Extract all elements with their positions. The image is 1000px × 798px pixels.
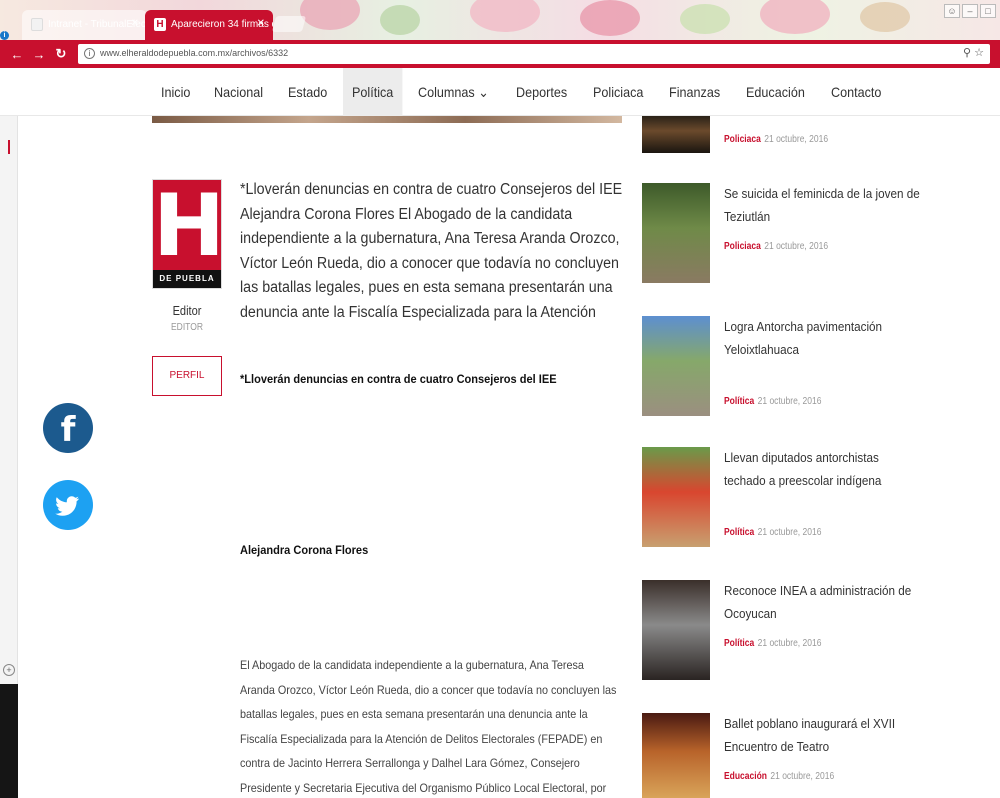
nav-item-inicio[interactable]: Inicio [152, 68, 199, 116]
author-name[interactable]: Editor [157, 303, 217, 318]
info-icon[interactable]: i [84, 48, 95, 59]
news-thumbnail[interactable] [642, 447, 710, 547]
twitter-share-button[interactable] [43, 480, 93, 530]
back-arrow-icon[interactable]: ← [6, 47, 28, 62]
twitter-bird-icon [55, 496, 79, 516]
browser-tab-strip: Intranet - TribunalElect ✕ H Aparecieron… [0, 0, 1000, 40]
page-icon [31, 18, 43, 31]
news-title-link[interactable]: Logra Antorcha pavimentación Yeloixtlahu… [724, 316, 922, 361]
panel-marker [8, 140, 10, 154]
related-news-item[interactable]: Reconoce INEA a administración de Ocoyuc… [642, 580, 942, 680]
news-date: 21 octubre, 2016 [757, 527, 822, 538]
nav-item-nacional[interactable]: Nacional [205, 68, 272, 116]
nav-item-educación[interactable]: Educación [737, 68, 814, 116]
news-meta: Política 21 octubre, 2016 [724, 638, 821, 649]
restore-icon[interactable]: □ [980, 4, 996, 18]
news-date: 21 octubre, 2016 [757, 638, 822, 649]
news-title-link[interactable]: Ballet poblano inaugurará el XVII Encuen… [724, 713, 922, 758]
close-icon[interactable]: ✕ [257, 18, 265, 29]
related-news-item[interactable]: Ballet poblano inaugurará el XVII Encuen… [642, 713, 942, 798]
related-news-item[interactable]: Llevan diputados antorchistas techado a … [642, 447, 942, 547]
nav-item-política[interactable]: Política [342, 68, 403, 116]
nav-item-estado[interactable]: Estado [279, 68, 336, 116]
panel-dark-block [0, 684, 18, 798]
related-news-item[interactable]: Se suicida el feminicda de la joven de T… [642, 183, 942, 283]
news-title-link[interactable]: Llevan diputados antorchistas techado a … [724, 447, 922, 492]
decor-flower [760, 0, 830, 34]
news-category-link[interactable]: Política [724, 527, 754, 538]
nav-item-columnas[interactable]: Columnas ⌄ [409, 68, 498, 116]
decor-flower [580, 0, 640, 36]
news-category-link[interactable]: Política [724, 396, 754, 407]
left-side-panel: + [0, 116, 18, 798]
news-title-link[interactable]: Se suicida el feminicda de la joven de T… [724, 183, 922, 228]
news-thumbnail[interactable] [642, 183, 710, 283]
news-meta: Educación 21 octubre, 2016 [724, 771, 834, 782]
new-tab-button[interactable] [271, 16, 307, 32]
logo-letter: H [153, 176, 225, 276]
article-top-image [152, 116, 622, 123]
news-category-link[interactable]: Política [724, 638, 754, 649]
news-category-link[interactable]: Policiaca [724, 241, 761, 252]
news-date: 21 octubre, 2016 [770, 771, 835, 782]
news-thumbnail[interactable] [642, 116, 710, 153]
news-title-link[interactable]: Reconoce INEA a administración de Ocoyuc… [724, 580, 922, 625]
facebook-icon: f [60, 410, 76, 450]
news-thumbnail[interactable] [642, 316, 710, 416]
minimize-icon[interactable]: – [962, 4, 978, 18]
author-role: EDITOR [171, 322, 203, 333]
author-avatar: H DE PUEBLA [152, 176, 225, 289]
close-icon[interactable]: ✕ [131, 18, 139, 29]
user-icon[interactable]: ☺ [944, 4, 960, 18]
reload-icon[interactable]: ↻ [50, 46, 72, 62]
nav-item-finanzas[interactable]: Finanzas [660, 68, 729, 116]
decor-flower [860, 2, 910, 32]
news-thumbnail[interactable] [642, 713, 710, 798]
zoom-icon[interactable]: ⚲ [963, 47, 971, 59]
herald-favicon-icon: H [154, 18, 166, 31]
address-bar-actions: ⚲ ☆ [963, 46, 984, 59]
news-date: 21 octubre, 2016 [764, 241, 829, 252]
article-byline: Alejandra Corona Flores [240, 543, 369, 557]
news-category-link[interactable]: Policiaca [724, 134, 761, 145]
facebook-share-button[interactable]: f [43, 403, 93, 453]
logo-band: DE PUEBLA [153, 270, 221, 288]
expand-plus-icon[interactable]: + [3, 664, 15, 676]
news-meta: Policiaca 21 octubre, 2016 [724, 241, 828, 252]
article-body: El Abogado de la candidata independiente… [240, 658, 617, 795]
nav-item-policiaca[interactable]: Policiaca [584, 68, 652, 116]
forward-arrow-icon[interactable]: → [28, 47, 50, 62]
article-lead: *Lloverán denuncias en contra de cuatro … [240, 181, 623, 321]
star-icon[interactable]: ☆ [974, 47, 984, 59]
news-category-link[interactable]: Educación [724, 771, 767, 782]
profile-button[interactable]: PERFIL [152, 356, 222, 396]
news-meta: Política 21 octubre, 2016 [724, 396, 821, 407]
decor-flower [680, 4, 730, 34]
news-meta: Policiaca 21 octubre, 2016 [724, 134, 828, 145]
address-bar[interactable]: i www.elheraldodepuebla.com.mx/archivos/… [78, 44, 990, 64]
browser-tab-intranet[interactable]: Intranet - TribunalElect ✕ [22, 10, 147, 40]
related-news-item[interactable]: Logra Antorcha pavimentación Yeloixtlahu… [642, 316, 942, 416]
decor-flower [300, 0, 360, 30]
site-navigation: Inicio Nacional Estado Política Columnas ⌄ De… [0, 68, 1000, 116]
news-date: 21 octubre, 2016 [757, 396, 822, 407]
news-meta: Política 21 octubre, 2016 [724, 527, 821, 538]
decor-flower [470, 0, 540, 32]
related-news-item[interactable]: Policiaca 21 octubre, 2016 [642, 116, 942, 153]
url-text: www.elheraldodepuebla.com.mx/archivos/63… [100, 48, 289, 58]
window-controls: ☺ – □ [944, 4, 996, 18]
nav-item-deportes[interactable]: Deportes [507, 68, 576, 116]
nav-list: Inicio Nacional Estado Política Columnas ⌄ De… [152, 68, 898, 116]
news-date: 21 octubre, 2016 [764, 134, 829, 145]
news-thumbnail[interactable] [642, 580, 710, 680]
nav-item-contacto[interactable]: Contacto [822, 68, 890, 116]
article-headline: *Lloverán denuncias en contra de cuatro … [240, 372, 557, 386]
extension-info-icon[interactable]: i [0, 31, 9, 40]
browser-tab-active[interactable]: H Aparecieron 34 firmas d ✕ [145, 10, 273, 40]
decor-flower [380, 5, 420, 35]
